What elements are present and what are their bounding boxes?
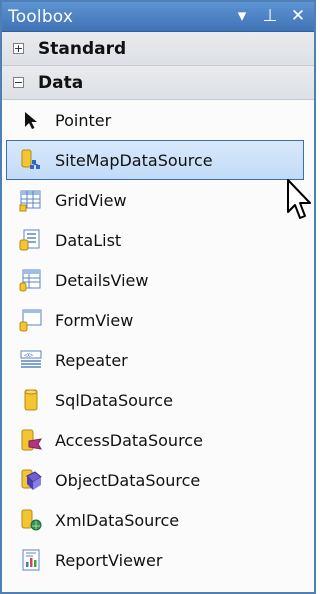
item-label: Pointer <box>55 110 112 130</box>
item-label: FormView <box>55 310 134 330</box>
toolbox-item-xmldatasource[interactable]: XmlDataSource <box>2 500 314 540</box>
category-standard[interactable]: + Standard <box>2 32 314 66</box>
toolbox-titlebar: Toolbox ▾ ⊥ ✕ <box>2 2 314 32</box>
item-label: ObjectDataSource <box>55 470 201 490</box>
toolbox-item-objectdatasource[interactable]: ObjectDataSource <box>2 460 314 500</box>
toolbox-item-sqldatasource[interactable]: SqlDataSource <box>2 380 314 420</box>
toolbox-item-formview[interactable]: FormView <box>2 300 314 340</box>
close-icon[interactable]: ✕ <box>288 7 308 27</box>
item-label: GridView <box>55 190 127 210</box>
expand-icon[interactable]: + <box>13 43 24 54</box>
object-datasource-icon <box>19 468 43 492</box>
window-position-dropdown-icon[interactable]: ▾ <box>232 7 252 27</box>
toolbox-item-reportviewer[interactable]: ReportViewer <box>2 540 314 580</box>
xml-datasource-icon <box>19 508 43 532</box>
datalist-icon <box>19 228 43 252</box>
reportviewer-icon <box>19 548 43 572</box>
auto-hide-pin-icon[interactable]: ⊥ <box>260 7 280 27</box>
sql-datasource-icon <box>19 388 43 412</box>
toolbox-item-datalist[interactable]: DataList <box>2 220 314 260</box>
toolbox-item-detailsview[interactable]: DetailsView <box>2 260 314 300</box>
detailsview-icon <box>19 268 43 292</box>
toolbox-item-pointer[interactable]: Pointer <box>2 100 314 140</box>
category-data-label: Data <box>38 72 84 93</box>
item-label: SiteMapDataSource <box>55 150 213 170</box>
toolbox-item-gridview[interactable]: GridView <box>2 180 314 220</box>
sitemap-datasource-icon <box>19 148 43 172</box>
collapse-icon[interactable]: − <box>13 77 24 88</box>
category-data[interactable]: − Data <box>2 66 314 100</box>
item-label: XmlDataSource <box>55 510 180 530</box>
pointer-icon <box>19 108 43 132</box>
item-label: ReportViewer <box>55 550 163 570</box>
toolbox-item-repeater[interactable]: <X> Repeater <box>2 340 314 380</box>
toolbox-item-sitemapdatasource[interactable]: SiteMapDataSource <box>6 140 304 180</box>
repeater-icon: <X> <box>19 348 43 372</box>
category-standard-label: Standard <box>38 38 127 59</box>
toolbox-title: Toolbox <box>8 6 74 27</box>
item-label: SqlDataSource <box>55 390 173 410</box>
svg-text:<X>: <X> <box>24 353 33 359</box>
formview-icon <box>19 308 43 332</box>
item-label: DataList <box>55 230 122 250</box>
title-controls: ▾ ⊥ ✕ <box>232 7 308 27</box>
item-label: Repeater <box>55 350 128 370</box>
gridview-icon <box>19 188 43 212</box>
data-items-list: Pointer SiteMapDataSource GridView DataL… <box>2 100 314 580</box>
toolbox-panel: Toolbox ▾ ⊥ ✕ + Standard − Data Pointer <box>0 0 316 594</box>
item-label: DetailsView <box>55 270 149 290</box>
access-datasource-icon <box>19 428 43 452</box>
item-label: AccessDataSource <box>55 430 203 450</box>
toolbox-item-accessdatasource[interactable]: AccessDataSource <box>2 420 314 460</box>
